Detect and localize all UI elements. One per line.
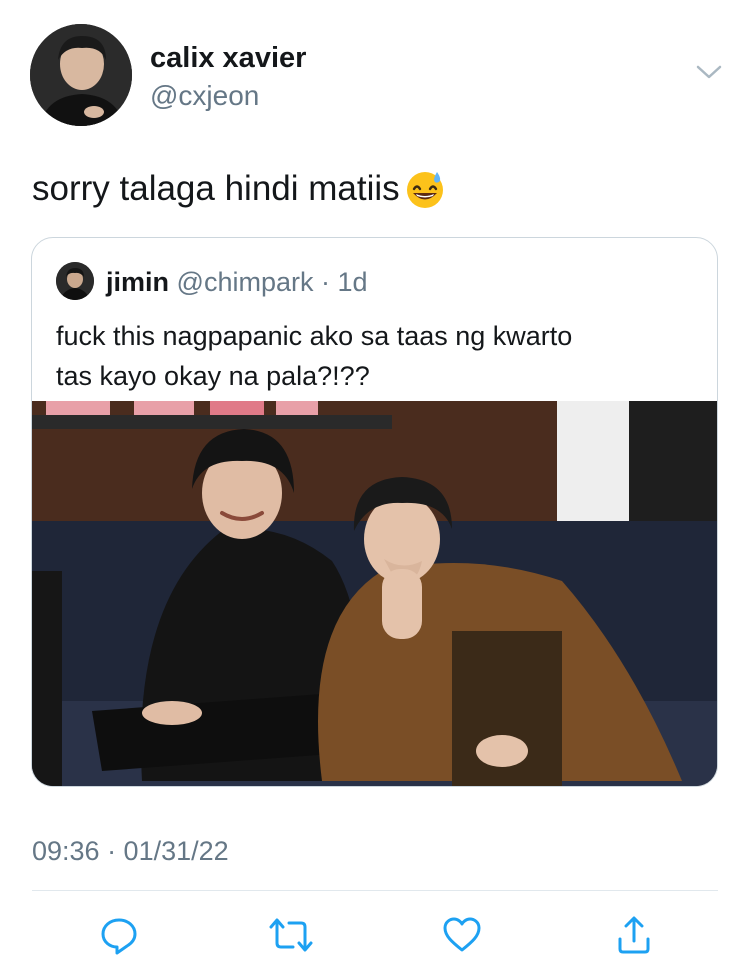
quoted-author-avatar[interactable] — [56, 262, 94, 300]
quoted-tweet-photo[interactable] — [32, 401, 717, 786]
tweet-text-content: sorry talaga hindi matiis — [32, 169, 400, 208]
photo-image — [32, 401, 717, 786]
quoted-text-line-2: tas kayo okay na pala?!?? — [56, 361, 370, 391]
share-icon — [618, 916, 650, 954]
author-display-name[interactable]: calix xavier — [150, 42, 306, 75]
quoted-avatar-image — [56, 262, 94, 300]
retweet-button[interactable] — [269, 913, 313, 957]
like-button[interactable] — [440, 913, 484, 957]
retweet-icon — [269, 918, 313, 952]
reply-icon — [101, 918, 137, 955]
author-handle[interactable]: @cxjeon — [150, 80, 259, 112]
reply-button[interactable] — [97, 913, 141, 957]
heart-icon — [443, 917, 481, 952]
quoted-text-line-1: fuck this nagpapanic ako sa taas ng kwar… — [56, 321, 573, 351]
tweet-timestamp[interactable]: 09:36 · 01/31/22 — [32, 836, 229, 867]
quoted-handle[interactable]: @chimpark — [177, 267, 314, 297]
tweet-text: sorry talaga hindi matiis — [32, 168, 446, 210]
quoted-tweet[interactable]: jimin @chimpark · 1d fuck this nagpapani… — [31, 237, 718, 787]
author-avatar[interactable] — [30, 24, 132, 126]
quoted-tweet-header: jimin @chimpark · 1d — [106, 267, 368, 298]
quoted-age: · 1d — [321, 267, 368, 297]
grinning-sweat-emoji-icon — [406, 172, 443, 208]
chevron-down-icon[interactable] — [695, 62, 723, 82]
author-avatar-image — [30, 24, 132, 126]
divider — [32, 890, 718, 891]
share-button[interactable] — [612, 913, 656, 957]
quoted-tweet-text: fuck this nagpapanic ako sa taas ng kwar… — [56, 316, 696, 396]
quoted-display-name[interactable]: jimin — [106, 267, 169, 297]
